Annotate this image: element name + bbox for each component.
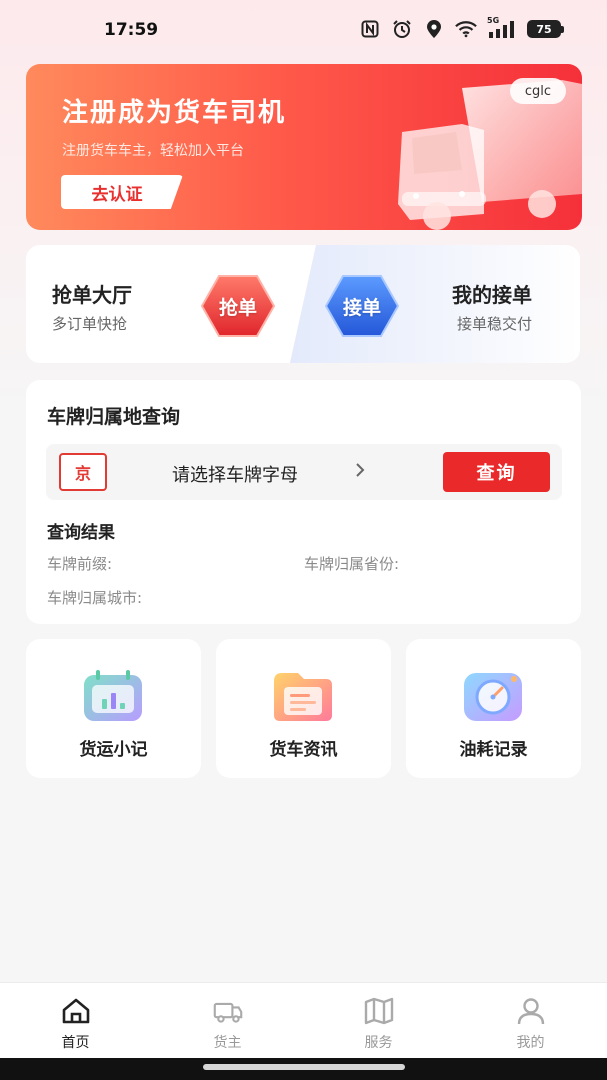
gauge-icon xyxy=(464,673,522,721)
tool-fuel-records[interactable]: 油耗记录 xyxy=(406,639,581,778)
tab-services[interactable]: 服务 xyxy=(303,983,454,1059)
result-prefix-label: 车牌前缀: xyxy=(47,555,113,573)
query-button[interactable]: 查询 xyxy=(443,452,550,492)
nfc-icon xyxy=(359,18,381,40)
location-icon xyxy=(423,18,445,40)
grab-order-hall-entry[interactable]: 抢单大厅 多订单快抢 抢单 xyxy=(26,245,316,363)
plate-query-title: 车牌归属地查询 xyxy=(47,406,181,428)
chevron-right-icon[interactable] xyxy=(354,462,366,483)
network-label: 5G xyxy=(487,16,500,25)
my-orders-title: 我的接单 xyxy=(452,283,532,307)
tool-label: 货运小记 xyxy=(79,740,148,760)
grab-order-badge-icon: 抢单 xyxy=(200,273,276,339)
result-title: 查询结果 xyxy=(47,523,115,543)
wifi-icon xyxy=(455,18,477,40)
my-orders-subtitle: 接单稳交付 xyxy=(457,315,533,333)
tab-mine[interactable]: 我的 xyxy=(455,983,606,1059)
status-time: 17:59 xyxy=(104,20,159,40)
grab-order-badge-label: 抢单 xyxy=(218,296,257,319)
tab-label: 我的 xyxy=(516,1035,545,1051)
home-icon xyxy=(62,998,90,1024)
signal-icon: 5G xyxy=(487,16,517,40)
my-orders-entry[interactable]: 接单 我的接单 接单稳交付 xyxy=(290,245,580,363)
battery-icon: 75 xyxy=(527,20,564,38)
plate-query-card: 车牌归属地查询 京 请选择车牌字母 查询 查询结果 车牌前缀: 车牌归属省份: … xyxy=(26,380,581,624)
banner-tag: cglc xyxy=(510,78,566,104)
accept-order-badge-icon: 接单 xyxy=(324,273,400,339)
calendar-chart-icon xyxy=(84,670,142,721)
plate-query-row: 京 请选择车牌字母 查询 xyxy=(46,444,562,500)
register-driver-banner[interactable]: 注册成为货车司机 注册货车车主，轻松加入平台 去认证 cglc xyxy=(26,64,582,230)
plate-letter-selector[interactable]: 请选择车牌字母 xyxy=(172,461,298,487)
status-bar: 17:59 5G 75 xyxy=(0,0,607,60)
alarm-icon xyxy=(391,18,413,40)
accept-order-badge-label: 接单 xyxy=(342,296,381,319)
banner-subtitle: 注册货车车主，轻松加入平台 xyxy=(62,143,244,159)
banner-title: 注册成为货车司机 xyxy=(62,98,287,128)
verify-button[interactable]: 去认证 xyxy=(61,175,183,209)
grab-order-subtitle: 多订单快抢 xyxy=(52,315,128,333)
tab-home[interactable]: 首页 xyxy=(0,983,151,1059)
order-entries: 抢单大厅 多订单快抢 抢单 接单 我的接单 接单稳交付 xyxy=(26,245,580,363)
home-indicator[interactable] xyxy=(203,1064,405,1070)
tab-label: 服务 xyxy=(364,1035,393,1051)
tab-label: 首页 xyxy=(61,1035,90,1051)
province-selector[interactable]: 京 xyxy=(59,453,107,491)
result-city-label: 车牌归属城市: xyxy=(47,589,143,607)
truck-icon xyxy=(213,1002,243,1023)
result-province-label: 车牌归属省份: xyxy=(304,555,400,573)
bottom-tab-bar: 首页 货主 服务 我的 xyxy=(0,982,607,1058)
tool-label: 油耗记录 xyxy=(459,740,528,760)
grab-order-title: 抢单大厅 xyxy=(52,283,132,307)
tab-cargo-owner[interactable]: 货主 xyxy=(152,983,303,1059)
tool-freight-notes[interactable]: 货运小记 xyxy=(26,639,201,778)
user-icon xyxy=(517,998,545,1025)
news-folder-icon xyxy=(274,673,332,721)
tab-label: 货主 xyxy=(213,1035,242,1051)
map-icon xyxy=(364,997,394,1025)
tool-truck-news[interactable]: 货车资讯 xyxy=(216,639,391,778)
status-icons: 5G 75 xyxy=(359,16,564,40)
tool-label: 货车资讯 xyxy=(269,740,338,760)
